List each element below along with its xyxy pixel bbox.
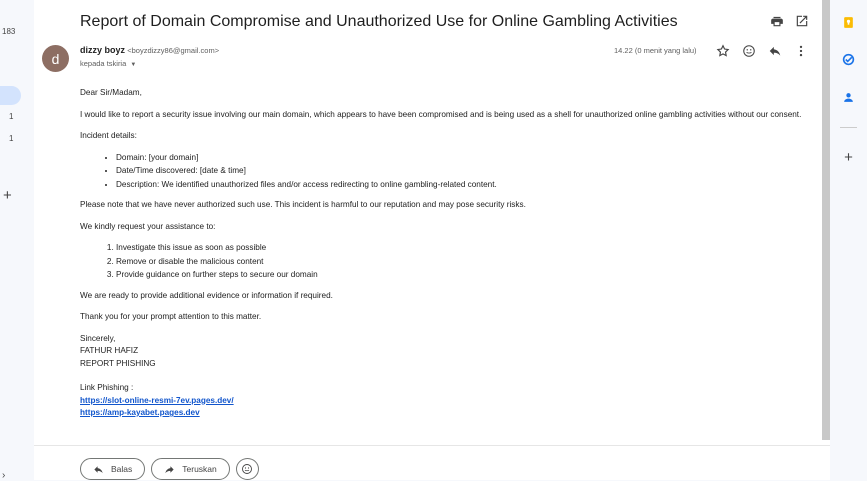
email-timestamp: 14.22 (0 menit yang lalu): [614, 46, 697, 55]
list-item: Provide guidance on further steps to sec…: [116, 269, 815, 282]
right-side-panel: +: [830, 0, 867, 480]
note-paragraph: Please note that we have never authorize…: [80, 200, 526, 209]
intro-paragraph: I would like to report a security issue …: [80, 109, 802, 119]
list-item: Description: We identified unauthorized …: [116, 179, 815, 192]
tasks-icon[interactable]: [842, 53, 855, 66]
requests-list: Investigate this issue as soon as possib…: [116, 242, 815, 282]
more-options-icon[interactable]: [794, 44, 808, 58]
sender-email: <boyzdizzy86@gmail.com>: [127, 46, 220, 55]
recipient-line[interactable]: kepada tskiria ▼: [80, 59, 136, 68]
left-rail: 183 1 1 + ›: [0, 0, 34, 481]
signer-title: REPORT PHISHING: [80, 358, 156, 368]
greeting: Dear Sir/Madam,: [80, 88, 142, 97]
star-icon[interactable]: [716, 44, 730, 58]
signature: Sincerely, FATHUR HAFIZ REPORT PHISHING: [80, 333, 815, 371]
phishing-link[interactable]: https://slot-online-resmi-7ev.pages.dev/: [80, 395, 815, 408]
forward-label: Teruskan: [182, 464, 217, 474]
reply-button[interactable]: Balas: [80, 458, 146, 480]
details-heading: Incident details:: [80, 131, 137, 140]
label-count: 1: [9, 134, 14, 143]
add-label-button[interactable]: +: [3, 187, 12, 204]
email-view: Report of Domain Compromise and Unauthor…: [34, 0, 830, 480]
email-body: Dear Sir/Madam, I would like to report a…: [80, 87, 815, 429]
label-count: 1: [9, 112, 14, 121]
ready-paragraph: We are ready to provide additional evide…: [80, 290, 333, 300]
scrollbar[interactable]: [822, 0, 830, 440]
expand-chevron-icon[interactable]: ›: [2, 470, 5, 481]
list-item: Remove or disable the malicious content: [116, 256, 815, 269]
print-icon[interactable]: [770, 14, 784, 28]
emoji-icon: [242, 464, 253, 474]
divider: [840, 127, 857, 128]
email-subject: Report of Domain Compromise and Unauthor…: [80, 13, 678, 30]
subject-actions: [770, 14, 809, 28]
keep-icon[interactable]: [842, 16, 855, 29]
sender-name[interactable]: dizzy boyz: [80, 45, 125, 55]
request-heading: We kindly request your assistance to:: [80, 221, 216, 231]
closing: Sincerely,: [80, 333, 116, 343]
emoji-reaction-button[interactable]: [235, 458, 259, 480]
links-label: Link Phishing :: [80, 383, 134, 392]
inbox-count: 183: [2, 27, 16, 36]
list-item: Date/Time discovered: [date & time]: [116, 165, 815, 178]
add-reaction-icon[interactable]: [742, 44, 756, 58]
reply-icon: [94, 465, 103, 473]
recipient-text: kepada tskiria: [80, 59, 127, 68]
forward-button[interactable]: Teruskan: [151, 458, 230, 480]
divider: [34, 445, 830, 446]
message-actions: [716, 44, 808, 58]
contacts-icon[interactable]: [842, 91, 855, 104]
details-list: Domain: [your domain] Date/Time discover…: [116, 152, 815, 192]
reply-bar: Balas Teruskan: [80, 458, 259, 480]
reply-icon[interactable]: [768, 44, 782, 58]
sender-avatar[interactable]: d: [42, 45, 69, 72]
links-block: Link Phishing : https://slot-online-resm…: [80, 382, 815, 420]
sender-line: dizzy boyz <boyzdizzy86@gmail.com>: [80, 45, 219, 55]
thanks-paragraph: Thank you for your prompt attention to t…: [80, 312, 262, 321]
reply-label: Balas: [111, 464, 133, 474]
forward-icon: [165, 465, 174, 473]
phishing-link[interactable]: https://amp-kayabet.pages.dev: [80, 407, 815, 420]
list-item: Domain: [your domain]: [116, 152, 815, 165]
add-addon-plus-icon[interactable]: +: [842, 149, 855, 166]
list-item: Investigate this issue as soon as possib…: [116, 242, 815, 255]
signer-name: FATHUR HAFIZ: [80, 346, 139, 355]
open-in-new-window-icon[interactable]: [795, 14, 809, 28]
recipient-details-chevron-icon[interactable]: ▼: [130, 62, 136, 68]
active-nav-pill[interactable]: [0, 86, 21, 105]
